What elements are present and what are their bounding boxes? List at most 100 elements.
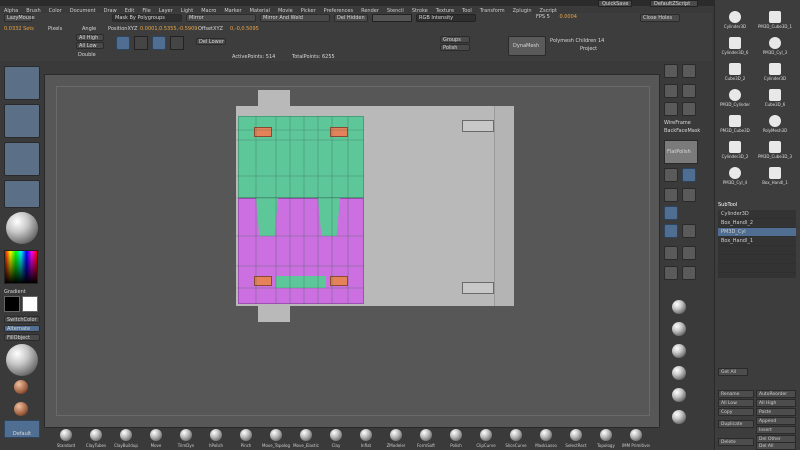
- subtool-row[interactable]: [718, 264, 796, 273]
- dock-brush-button[interactable]: SelectRect: [562, 429, 590, 448]
- dock-brush-button[interactable]: Clay: [322, 429, 350, 448]
- dock-brush-button[interactable]: FormSoft: [412, 429, 440, 448]
- texture-thumbnail[interactable]: [4, 180, 40, 208]
- del-lower-button[interactable]: Del Lower: [196, 38, 226, 45]
- dock-brush-button[interactable]: Standard: [52, 429, 80, 448]
- tool-thumbnail[interactable]: Cylinder3D_6: [716, 36, 754, 60]
- bpr-button[interactable]: [664, 64, 678, 78]
- subtool-row[interactable]: PM3D_Cyl: [718, 228, 796, 237]
- dock-brush-button[interactable]: Inflat: [352, 429, 380, 448]
- stroke-thumbnail[interactable]: [4, 104, 40, 138]
- autoreorder-button[interactable]: AutoReorder: [756, 390, 796, 398]
- del-hidden-button[interactable]: Del Hidden: [334, 14, 368, 22]
- ghost-button[interactable]: [682, 224, 696, 238]
- subtool-row[interactable]: [718, 246, 796, 255]
- dock-brush-button[interactable]: MaskLasso: [532, 429, 560, 448]
- del-all-button[interactable]: Del All: [756, 442, 796, 450]
- subtool-row[interactable]: Cylinder3D: [718, 210, 796, 219]
- secondary-color-swatch[interactable]: [22, 296, 38, 312]
- shelf-icon-2[interactable]: [672, 322, 686, 336]
- dock-brush-button[interactable]: ClayTubes: [82, 429, 110, 448]
- dock-brush-button[interactable]: ZModeler: [382, 429, 410, 448]
- paste-button[interactable]: Paste: [756, 408, 796, 416]
- quicksave-button[interactable]: QuickSave: [598, 0, 632, 7]
- dynamesh-button[interactable]: DynaMesh: [508, 36, 546, 56]
- all-low-tool-button[interactable]: All Low: [718, 399, 754, 407]
- local-button[interactable]: [664, 102, 678, 116]
- polyf-button[interactable]: [664, 206, 678, 220]
- dock-brush-button[interactable]: Move_Topologic: [262, 429, 290, 448]
- tool-thumbnail[interactable]: Cylinder3D: [716, 10, 754, 34]
- close-holes-button[interactable]: Close Holes: [640, 14, 680, 22]
- dock-brush-button[interactable]: Topology: [592, 429, 620, 448]
- mask-by-polygroups-slider[interactable]: Mask By Polygroups: [112, 14, 182, 22]
- frame-button[interactable]: [170, 36, 184, 50]
- brush-thumbnail-1[interactable]: [4, 66, 40, 100]
- tool-thumbnail[interactable]: PM3D_Cube3D_3: [756, 140, 794, 164]
- zoom-view-button[interactable]: [664, 188, 678, 202]
- tool-thumbnail[interactable]: Cube3D_6: [756, 88, 794, 112]
- duplicate-button[interactable]: Duplicate: [718, 420, 754, 428]
- get-all-button[interactable]: Get All: [718, 368, 748, 376]
- color-picker[interactable]: [4, 250, 38, 284]
- shelf-icon-4[interactable]: [672, 366, 686, 380]
- dock-brush-button[interactable]: Move: [142, 429, 170, 448]
- all-high-tool-button[interactable]: All High: [756, 399, 796, 407]
- move-button[interactable]: [116, 36, 130, 50]
- dock-brush-button[interactable]: Polish: [442, 429, 470, 448]
- delete-button[interactable]: Delete: [718, 438, 754, 446]
- material-sphere-icon[interactable]: [6, 212, 38, 244]
- tool-thumbnail[interactable]: PM3D_Cylinder: [716, 88, 754, 112]
- dock-brush-button[interactable]: TrimDyn: [172, 429, 200, 448]
- mirror-button[interactable]: Mirror: [186, 14, 256, 22]
- rotate-button[interactable]: [152, 36, 166, 50]
- rotate-view-button[interactable]: [682, 188, 696, 202]
- rename-button[interactable]: Rename: [718, 390, 754, 398]
- lsym-button[interactable]: [682, 102, 696, 116]
- switch-color-button[interactable]: SwitchColor: [4, 316, 40, 323]
- subtool-row[interactable]: [718, 255, 796, 264]
- insert-button[interactable]: Insert: [756, 426, 796, 434]
- shelf-icon-6[interactable]: [672, 410, 686, 424]
- append-button[interactable]: Append: [756, 417, 796, 425]
- tool-thumbnail[interactable]: Cylinder3D_2: [716, 140, 754, 164]
- tool-thumbnail[interactable]: PM3D_Cube3D_1: [756, 10, 794, 34]
- fill-object-button[interactable]: FillObject: [4, 334, 40, 341]
- shelf-icon-5[interactable]: [672, 388, 686, 402]
- polish-button[interactable]: Polish: [440, 44, 470, 51]
- tool-thumbnail[interactable]: Cylinder3D: [756, 62, 794, 86]
- xpose-button[interactable]: [682, 246, 696, 260]
- persp-button[interactable]: [664, 84, 678, 98]
- subtool-row[interactable]: Box_Handl_2: [718, 219, 796, 228]
- dock-brush-button[interactable]: Move_Elastic: [292, 429, 320, 448]
- all-high-button[interactable]: All High: [76, 34, 104, 41]
- matcap-sphere-icon[interactable]: [6, 344, 38, 376]
- tool-thumbnail[interactable]: PM3D_Cyl_3: [756, 36, 794, 60]
- material-small-icon-2[interactable]: [14, 402, 28, 416]
- floor-button[interactable]: [682, 84, 696, 98]
- alternate-button[interactable]: Alternate: [4, 325, 40, 332]
- transp-button[interactable]: [664, 224, 678, 238]
- tool-thumbnail[interactable]: Box_Handl_1: [756, 166, 794, 190]
- mirror-and-weld-button[interactable]: Mirror And Weld: [260, 14, 330, 22]
- flat-polish-button[interactable]: FlatPolish: [664, 140, 698, 164]
- tool-thumbnail[interactable]: PM3D_Cube3D: [716, 114, 754, 138]
- dock-brush-button[interactable]: SliceCurve: [502, 429, 530, 448]
- alpha-thumbnail[interactable]: [4, 142, 40, 176]
- move-view-button[interactable]: [682, 168, 696, 182]
- tool-thumbnail[interactable]: Cube3D_2: [716, 62, 754, 86]
- dynamic-button[interactable]: [664, 266, 678, 280]
- persp-button-2[interactable]: [682, 266, 696, 280]
- dock-brush-button[interactable]: Pinch: [232, 429, 260, 448]
- frame-view-button[interactable]: [664, 168, 678, 182]
- tool-thumbnail[interactable]: PM3D_Cyl_4: [716, 166, 754, 190]
- solo-button[interactable]: [664, 246, 678, 260]
- all-low-button[interactable]: All Low: [76, 42, 104, 49]
- spix-button[interactable]: [682, 64, 696, 78]
- subtool-row[interactable]: Box_Handl_1: [718, 237, 796, 246]
- dock-brush-button[interactable]: hPolish: [202, 429, 230, 448]
- copy-button[interactable]: Copy: [718, 408, 754, 416]
- primary-color-swatch[interactable]: [4, 296, 20, 312]
- tool-thumbnail[interactable]: PolyMesh3D: [756, 114, 794, 138]
- dock-brush-button[interactable]: IMM Primitives: [622, 429, 650, 448]
